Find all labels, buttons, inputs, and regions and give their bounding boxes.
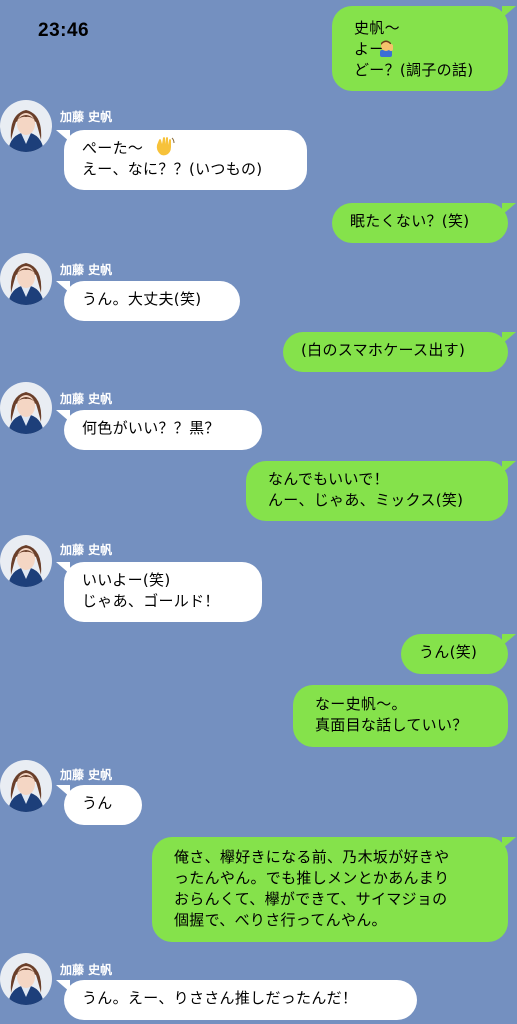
message-text: 史帆〜 よー どー？(調子の話): [354, 19, 474, 79]
message-bubble-in[interactable]: ぺーた〜 えー、なに？？(いつもの): [56, 130, 307, 190]
message-text: (白のスマホケース出す): [301, 341, 466, 359]
avatar[interactable]: [0, 535, 52, 587]
message-bubble-out[interactable]: うん(笑): [401, 634, 516, 674]
sender-name: 加藤 史帆: [60, 963, 113, 977]
message-text: うん(笑): [419, 643, 478, 661]
message-text: 俺さ、欅好きになる前、乃木坂が好きや ったんやん。でも推しメンとかあんまり おら…: [174, 848, 450, 929]
message-text: 何色がいい？？黒？: [82, 419, 220, 437]
message-bubble-out[interactable]: 史帆〜 よー どー？(調子の話): [332, 6, 516, 91]
message-text: うん: [82, 794, 113, 812]
message-bubble-in[interactable]: うん。大丈夫(笑): [56, 281, 240, 321]
message-bubble-in[interactable]: うん。えー、りささん推しだったんだ！: [56, 980, 417, 1020]
avatar[interactable]: [0, 382, 52, 434]
sender-name: 加藤 史帆: [60, 110, 113, 124]
person-emoji: [380, 40, 393, 57]
message-text: 眠たくない？(笑): [350, 212, 470, 230]
message-bubble-in[interactable]: いいよー(笑) じゃあ、ゴールド！: [56, 562, 262, 622]
message-bubble-out[interactable]: 眠たくない？(笑): [332, 203, 516, 243]
message-bubble-out[interactable]: なー史帆〜。 真面目な話していい？: [293, 685, 508, 747]
message-bubble-out[interactable]: 俺さ、欅好きになる前、乃木坂が好きや ったんやん。でも推しメンとかあんまり おら…: [152, 837, 516, 942]
sender-name: 加藤 史帆: [60, 768, 113, 782]
sender-name: 加藤 史帆: [60, 263, 113, 277]
message-text: いいよー(笑) じゃあ、ゴールド！: [82, 571, 220, 610]
message-bubble-out[interactable]: (白のスマホケース出す): [283, 332, 516, 372]
sender-name: 加藤 史帆: [60, 543, 113, 557]
message-bubble-in[interactable]: 何色がいい？？黒？: [56, 410, 262, 450]
message-text: なー史帆〜。 真面目な話していい？: [315, 695, 468, 734]
message-text: なんでもいいで！ んー、じゃあ、ミックス(笑): [268, 470, 464, 509]
avatar[interactable]: [0, 253, 52, 305]
message-text: うん。大丈夫(笑): [82, 290, 202, 308]
avatar[interactable]: [0, 953, 52, 1005]
avatar[interactable]: [0, 100, 52, 152]
status-time: 23:46: [38, 20, 90, 41]
message-text: うん。えー、りささん推しだったんだ！: [82, 989, 358, 1007]
sender-name: 加藤 史帆: [60, 392, 113, 406]
waving-hand-emoji: [156, 137, 175, 156]
avatar[interactable]: [0, 760, 52, 812]
message-bubble-in[interactable]: うん: [56, 785, 142, 825]
message-bubble-out[interactable]: なんでもいいで！ んー、じゃあ、ミックス(笑): [246, 461, 516, 521]
